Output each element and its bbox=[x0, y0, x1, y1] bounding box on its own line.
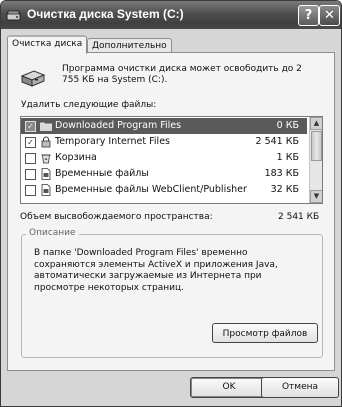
help-button[interactable]: ? bbox=[298, 5, 319, 26]
list-item-name: Временные файлы WebClient/Publisher bbox=[55, 184, 247, 195]
checkbox[interactable] bbox=[25, 153, 36, 164]
files-list[interactable]: ✓ Downloaded Program Files 0 КБ ✓ Tempor… bbox=[20, 116, 323, 204]
checkbox[interactable] bbox=[25, 185, 36, 196]
tab-disk-cleanup[interactable]: Очистка диска bbox=[7, 35, 88, 54]
list-item-size: 0 КБ bbox=[276, 120, 299, 131]
list-item[interactable]: Корзина 1 КБ bbox=[21, 150, 307, 166]
title-bar[interactable]: Очистка диска System (C:) ? ✕ bbox=[1, 1, 341, 29]
description-legend: Описание bbox=[26, 228, 79, 238]
tab-panel: Программа очистки диска может освободить… bbox=[7, 52, 335, 371]
checkbox[interactable]: ✓ bbox=[25, 137, 36, 148]
file-icon bbox=[41, 168, 51, 180]
scroll-thumb[interactable] bbox=[311, 131, 322, 161]
list-item[interactable]: Временные файлы WebClient/Publisher 32 К… bbox=[21, 182, 307, 198]
list-item-size: 1 КБ bbox=[276, 152, 299, 163]
cleanup-description: Программа очистки диска может освободить… bbox=[62, 64, 302, 85]
list-item-name: Downloaded Program Files bbox=[55, 120, 182, 131]
recycle-bin-icon bbox=[41, 154, 51, 164]
list-item-name: Корзина bbox=[55, 152, 97, 163]
description-group: Описание В папке 'Downloaded Program Fil… bbox=[21, 228, 323, 358]
lock-icon bbox=[41, 136, 51, 148]
checkbox[interactable] bbox=[25, 169, 36, 180]
disk-cleanup-window: Очистка диска System (C:) ? ✕ Очистка ди… bbox=[0, 0, 342, 407]
list-item-name: Temporary Internet Files bbox=[55, 136, 170, 147]
list-item-size: 183 КБ bbox=[264, 168, 299, 179]
checkbox[interactable]: ✓ bbox=[25, 121, 36, 132]
close-button[interactable]: ✕ bbox=[319, 5, 340, 26]
list-item[interactable]: ✓ Temporary Internet Files 2 541 КБ bbox=[21, 134, 307, 150]
list-item-size: 32 КБ bbox=[270, 184, 299, 195]
list-item[interactable]: ✓ Downloaded Program Files 0 КБ bbox=[21, 118, 307, 134]
disk-cleanup-icon bbox=[6, 10, 21, 21]
description-text: В папке 'Downloaded Program Files' време… bbox=[34, 248, 278, 293]
window-title: Очистка диска System (C:) bbox=[27, 7, 184, 21]
list-item-name: Временные файлы bbox=[55, 168, 149, 179]
vertical-scrollbar[interactable]: ▲ ▼ bbox=[309, 117, 322, 203]
scroll-down-button[interactable]: ▼ bbox=[310, 190, 322, 203]
file-icon bbox=[41, 184, 51, 196]
view-files-button[interactable]: Просмотр файлов bbox=[212, 323, 318, 343]
list-item-size: 2 541 КБ bbox=[255, 136, 299, 147]
total-space-value: 2 541 КБ bbox=[278, 212, 320, 222]
total-space-label: Объем высвобождаемого пространства: bbox=[20, 212, 213, 222]
files-to-delete-label: Удалить следующие файлы: bbox=[21, 100, 157, 110]
scroll-up-button[interactable]: ▲ bbox=[310, 117, 322, 130]
hard-drive-icon bbox=[20, 70, 46, 87]
list-item[interactable]: Временные файлы 183 КБ bbox=[21, 166, 307, 182]
folder-icon bbox=[40, 122, 52, 131]
ok-button[interactable]: OK bbox=[190, 377, 268, 398]
cancel-button[interactable]: Отмена bbox=[261, 377, 339, 398]
